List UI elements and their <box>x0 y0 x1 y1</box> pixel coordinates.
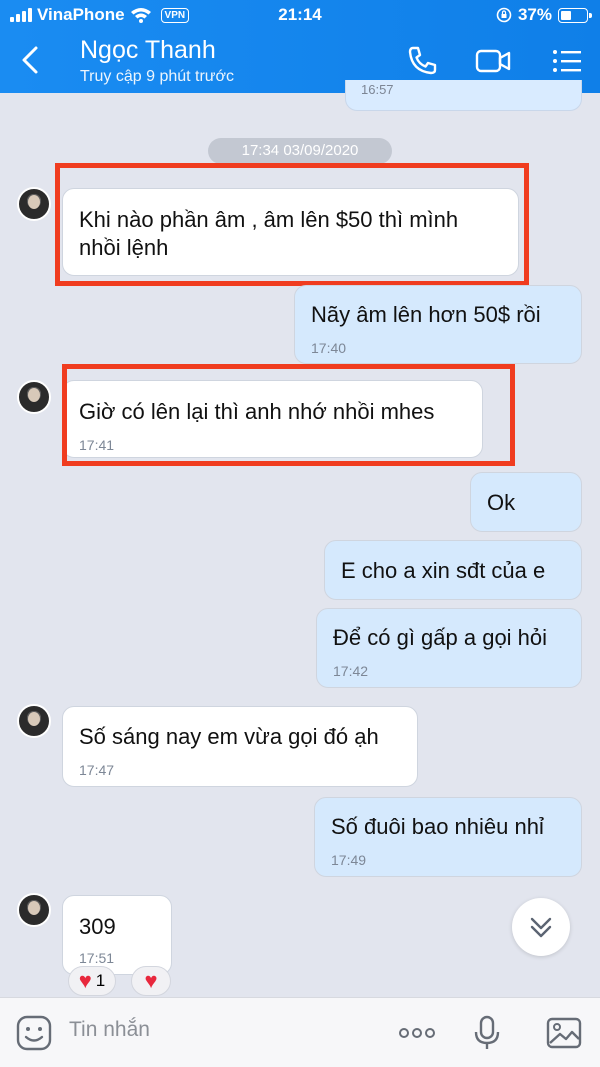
outgoing-message[interactable]: Nãy âm lên hơn 50$ rồi 17:40 <box>294 285 582 364</box>
status-bar: VinaPhone VPN 21:14 37% <box>0 0 600 30</box>
microphone-icon[interactable] <box>468 1014 506 1052</box>
date-separator: 17:34 03/09/2020 <box>208 138 392 164</box>
contact-avatar[interactable] <box>17 704 51 738</box>
message-input[interactable]: Tin nhắn <box>69 1018 150 1042</box>
contact-avatar[interactable] <box>17 380 51 414</box>
message-text: Ok <box>487 490 516 515</box>
highlight-box <box>55 163 529 286</box>
menu-list-icon[interactable] <box>550 44 586 78</box>
message-text: Để có gì gấp a gọi hỏi <box>333 625 548 650</box>
reaction-count-badge[interactable]: ♥ 1 <box>68 966 116 996</box>
reaction-count: 1 <box>95 971 106 990</box>
message-text: Số đuôi bao nhiêu nhỉ <box>331 814 544 839</box>
outgoing-message[interactable]: Số đuôi bao nhiêu nhỉ 17:49 <box>314 797 582 877</box>
message-text: Số sáng nay em vừa gọi đó ạh <box>79 724 379 749</box>
contact-name[interactable]: Ngọc Thanh <box>80 36 216 65</box>
image-gallery-icon[interactable] <box>545 1014 583 1052</box>
add-reaction-button[interactable]: ♥ <box>131 966 171 996</box>
more-options-icon[interactable] <box>398 1014 436 1052</box>
message-time: 17:42 <box>333 663 369 679</box>
phone-call-icon[interactable] <box>405 44 441 78</box>
last-seen-status: Truy cập 9 phút trước <box>80 68 234 85</box>
message-time: 17:51 <box>79 950 115 966</box>
sticker-emoji-icon[interactable] <box>15 1014 53 1052</box>
heart-icon: ♥ <box>144 968 158 993</box>
battery-percent: 37% <box>517 5 552 24</box>
battery-icon <box>558 7 592 23</box>
scroll-to-bottom-button[interactable] <box>512 898 570 956</box>
incoming-message[interactable]: 309 17:51 <box>62 895 172 975</box>
double-chevron-down-icon <box>530 917 552 938</box>
message-input-bar: Tin nhắn <box>0 997 600 1067</box>
video-call-icon[interactable] <box>475 44 511 78</box>
outgoing-message[interactable]: E cho a xin sđt của e <box>324 540 582 600</box>
message-time: 17:40 <box>311 340 347 356</box>
message-time: 17:49 <box>331 852 367 868</box>
message-time: 17:47 <box>79 762 115 778</box>
contact-avatar[interactable] <box>17 893 51 927</box>
message-text: E cho a xin sđt của e <box>341 558 546 583</box>
contact-avatar[interactable] <box>17 187 51 221</box>
orientation-lock-icon <box>496 7 512 23</box>
message-text: Nãy âm lên hơn 50$ rồi <box>311 302 541 327</box>
outgoing-message[interactable]: Để có gì gấp a gọi hỏi 17:42 <box>316 608 582 688</box>
previous-message-bubble: 16:57 <box>345 80 582 111</box>
highlight-box <box>62 364 515 466</box>
heart-icon: ♥ <box>78 968 92 993</box>
message-text: 309 <box>79 914 116 939</box>
outgoing-message[interactable]: Ok <box>470 472 582 532</box>
incoming-message[interactable]: Số sáng nay em vừa gọi đó ạh 17:47 <box>62 706 418 787</box>
previous-message-time: 16:57 <box>361 82 394 97</box>
back-arrow-icon[interactable] <box>16 42 46 78</box>
